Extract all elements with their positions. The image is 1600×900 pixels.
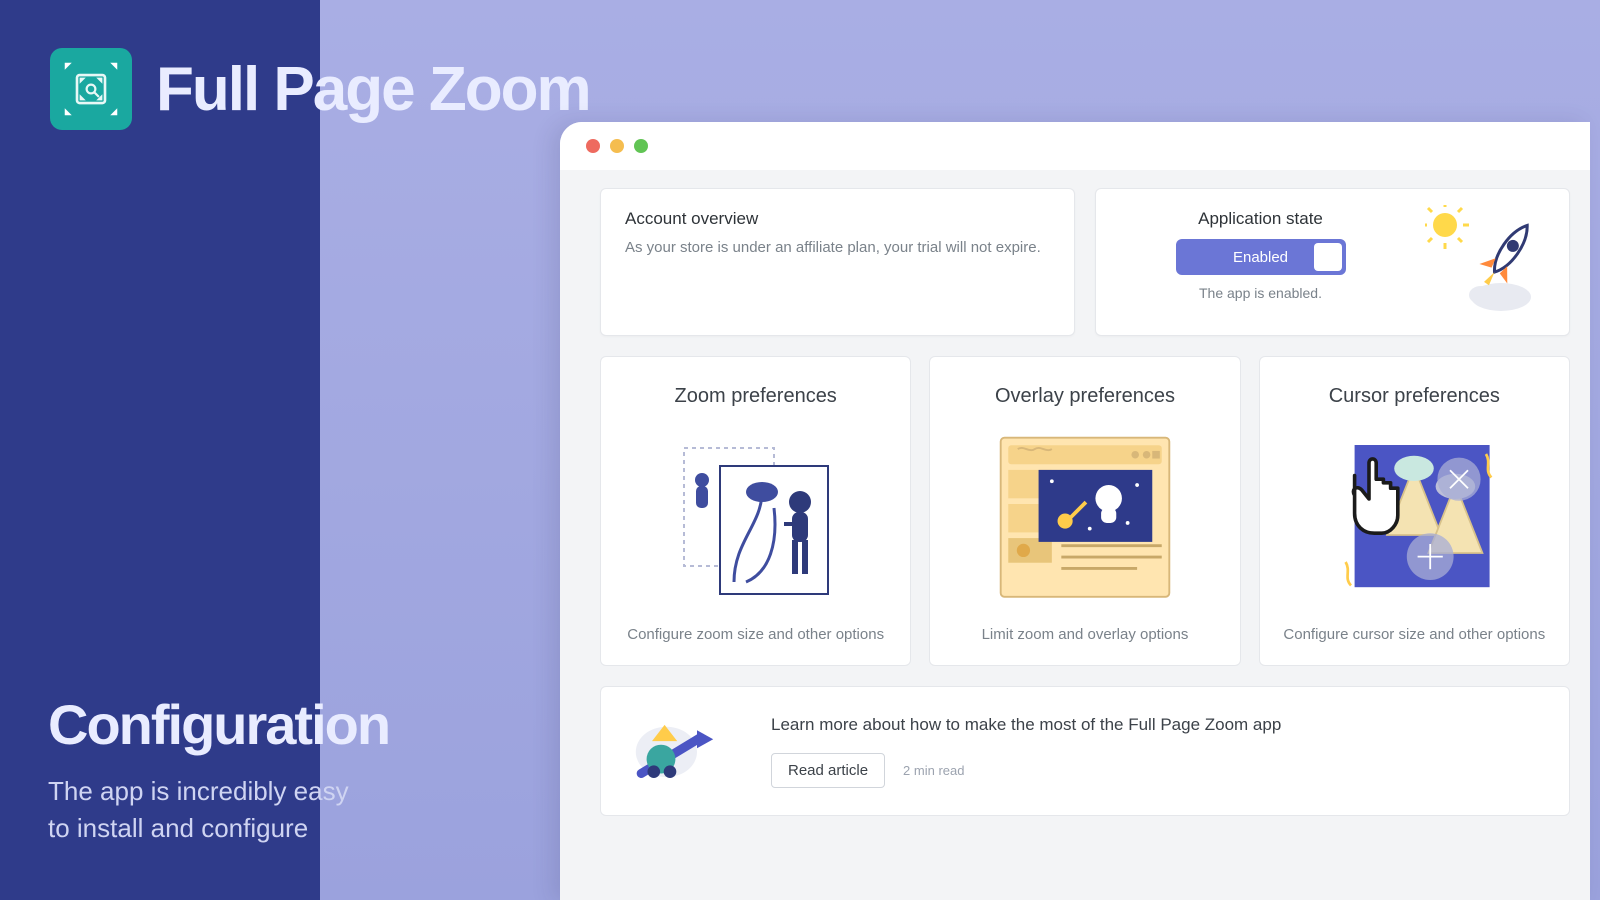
app-window: Account overview As your store is under … [560,122,1590,900]
zoom-pref-subtitle: Configure zoom size and other options [627,626,884,643]
close-icon[interactable] [586,139,600,153]
application-state-card: Application state Enabled The app is ena… [1095,188,1570,336]
toggle-knob [1314,243,1342,271]
state-status: The app is enabled. [1199,285,1322,301]
overlay-preferences-card[interactable]: Overlay preferences [929,356,1240,666]
cursor-pref-title: Cursor preferences [1329,385,1500,408]
read-article-button[interactable]: Read article [771,753,885,788]
overlay-pref-title: Overlay preferences [995,385,1175,408]
rocket-launch-icon [1425,205,1545,315]
overlay-pref-subtitle: Limit zoom and overlay options [982,626,1189,643]
overlay-pref-illustration [995,432,1175,602]
learn-illustration-icon [625,709,715,793]
account-title: Account overview [625,209,1050,229]
read-time: 2 min read [903,763,964,778]
marketing-caption: Configuration The app is incredibly easy… [48,692,389,848]
minimize-icon[interactable] [610,139,624,153]
toggle-label: Enabled [1233,249,1288,266]
learn-title: Learn more about how to make the most of… [771,715,1545,735]
learn-more-card: Learn more about how to make the most of… [600,686,1570,816]
caption-heading: Configuration [48,692,389,757]
app-logo [50,48,132,130]
maximize-icon[interactable] [634,139,648,153]
product-name: Full Page Zoom [156,54,590,125]
state-title: Application state [1198,209,1323,229]
caption-line2: to install and configure [48,813,308,843]
zoom-pref-illustration [666,432,846,602]
zoom-expand-icon [56,54,126,124]
window-titlebar [560,122,1590,170]
product-header: Full Page Zoom [50,48,590,130]
cursor-preferences-card[interactable]: Cursor preferences [1259,356,1570,666]
account-subtitle: As your store is under an affiliate plan… [625,239,1050,256]
caption-line1: The app is incredibly easy [48,776,349,806]
account-overview-card: Account overview As your store is under … [600,188,1075,336]
cursor-pref-subtitle: Configure cursor size and other options [1283,626,1545,643]
enabled-toggle[interactable]: Enabled [1176,239,1346,275]
zoom-preferences-card[interactable]: Zoom preferences [600,356,911,666]
zoom-pref-title: Zoom preferences [675,385,837,408]
cursor-pref-illustration [1324,432,1504,602]
